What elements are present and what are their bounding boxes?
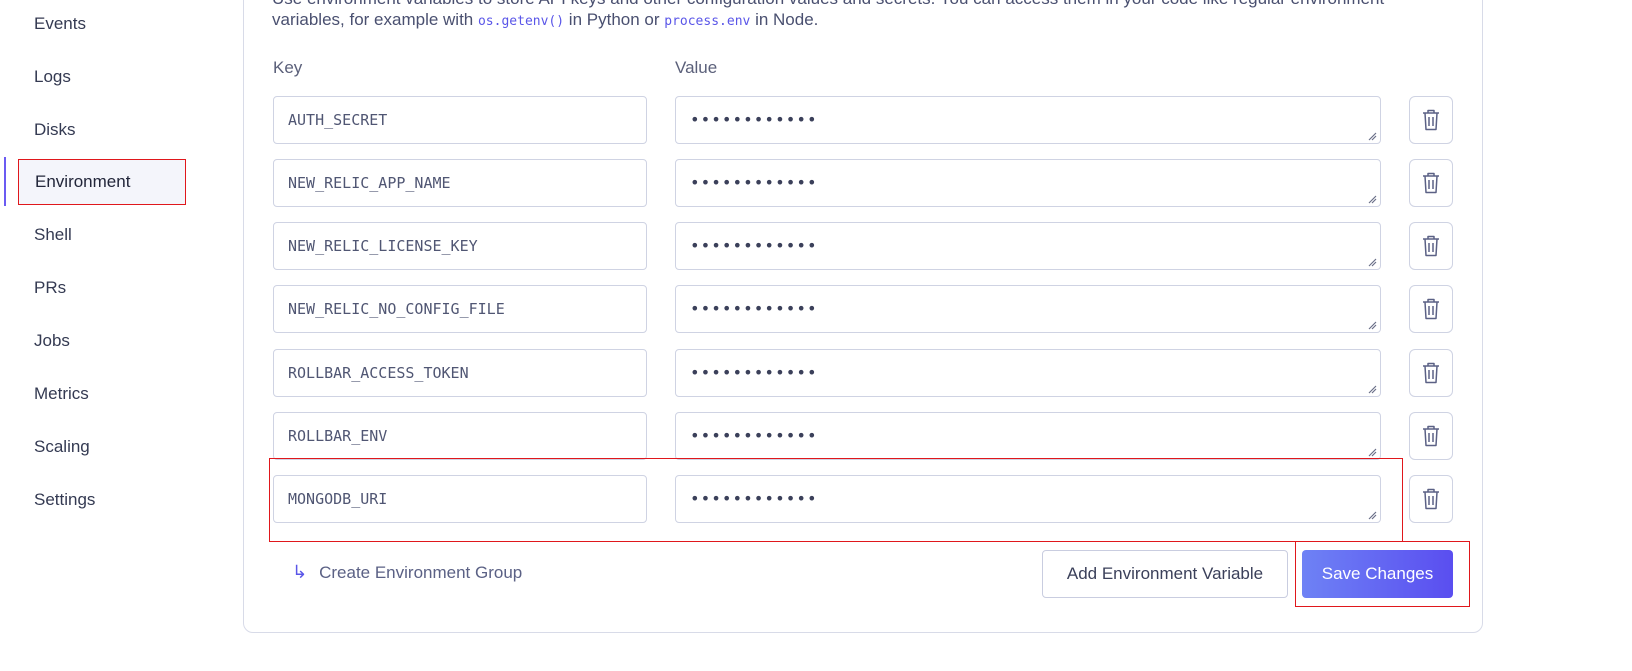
sidebar: Events Logs Disks Environment Shell PRs … bbox=[0, 0, 220, 671]
trash-icon bbox=[1423, 362, 1439, 384]
env-value-input[interactable]: •••••••••••• bbox=[675, 285, 1381, 333]
env-key-input[interactable]: AUTH_SECRET bbox=[273, 96, 647, 144]
env-value-input[interactable]: •••••••••••• bbox=[675, 222, 1381, 270]
highlight-box-mongodb-row bbox=[269, 458, 1403, 542]
arrow-return-right-icon: ↳ bbox=[292, 562, 308, 582]
description-line-2: variables, for example with os.getenv() … bbox=[272, 8, 818, 34]
env-key-input[interactable]: ROLLBAR_ENV bbox=[273, 412, 647, 460]
delete-variable-button[interactable] bbox=[1409, 159, 1453, 207]
trash-icon bbox=[1423, 109, 1439, 131]
resize-grip-icon[interactable] bbox=[1367, 320, 1377, 330]
value-column-label: Value bbox=[675, 58, 718, 77]
resize-grip-icon[interactable] bbox=[1367, 257, 1377, 267]
delete-variable-button[interactable] bbox=[1409, 222, 1453, 270]
key-column-label: Key bbox=[273, 58, 303, 77]
description-text: variables, for example with bbox=[272, 10, 478, 29]
sidebar-item-settings[interactable]: Settings bbox=[34, 490, 95, 510]
env-value-input[interactable]: •••••••••••• bbox=[675, 349, 1381, 397]
delete-variable-button[interactable] bbox=[1409, 285, 1453, 333]
create-environment-group-link[interactable]: ↳ Create Environment Group bbox=[292, 562, 522, 583]
active-indicator bbox=[4, 157, 6, 206]
create-group-label: Create Environment Group bbox=[319, 562, 523, 582]
resize-grip-icon[interactable] bbox=[1367, 131, 1377, 141]
trash-icon bbox=[1423, 298, 1439, 320]
sidebar-item-logs[interactable]: Logs bbox=[34, 67, 71, 87]
delete-variable-button[interactable] bbox=[1409, 412, 1453, 460]
env-value-input[interactable]: •••••••••••• bbox=[675, 159, 1381, 207]
trash-icon bbox=[1423, 425, 1439, 447]
trash-icon bbox=[1423, 172, 1439, 194]
env-key-input[interactable]: NEW_RELIC_APP_NAME bbox=[273, 159, 647, 207]
sidebar-item-environment[interactable]: Environment bbox=[18, 159, 186, 205]
resize-grip-icon[interactable] bbox=[1367, 384, 1377, 394]
sidebar-item-scaling[interactable]: Scaling bbox=[34, 437, 90, 457]
delete-variable-button[interactable] bbox=[1409, 349, 1453, 397]
highlight-box-save-button bbox=[1295, 541, 1470, 607]
sidebar-item-disks[interactable]: Disks bbox=[34, 120, 76, 140]
sidebar-item-metrics[interactable]: Metrics bbox=[34, 384, 89, 404]
code-process-env: process.env bbox=[664, 14, 751, 29]
description-text: in Python or bbox=[564, 10, 665, 29]
env-value-input[interactable]: •••••••••••• bbox=[675, 412, 1381, 460]
trash-icon bbox=[1423, 488, 1439, 510]
env-value-input[interactable]: •••••••••••• bbox=[675, 96, 1381, 144]
trash-icon bbox=[1423, 235, 1439, 257]
resize-grip-icon[interactable] bbox=[1367, 194, 1377, 204]
sidebar-item-events[interactable]: Events bbox=[34, 14, 86, 34]
code-getenv: os.getenv() bbox=[477, 14, 565, 29]
sidebar-item-shell[interactable]: Shell bbox=[34, 225, 72, 245]
delete-variable-button[interactable] bbox=[1409, 475, 1453, 523]
env-key-input[interactable]: ROLLBAR_ACCESS_TOKEN bbox=[273, 349, 647, 397]
resize-grip-icon[interactable] bbox=[1367, 447, 1377, 457]
delete-variable-button[interactable] bbox=[1409, 96, 1453, 144]
description-text: in Node. bbox=[750, 10, 819, 29]
sidebar-item-jobs[interactable]: Jobs bbox=[34, 331, 70, 351]
sidebar-item-prs[interactable]: PRs bbox=[34, 278, 66, 298]
env-key-input[interactable]: NEW_RELIC_LICENSE_KEY bbox=[273, 222, 647, 270]
env-key-input[interactable]: NEW_RELIC_NO_CONFIG_FILE bbox=[273, 285, 647, 333]
add-environment-variable-button[interactable]: Add Environment Variable bbox=[1042, 550, 1288, 598]
